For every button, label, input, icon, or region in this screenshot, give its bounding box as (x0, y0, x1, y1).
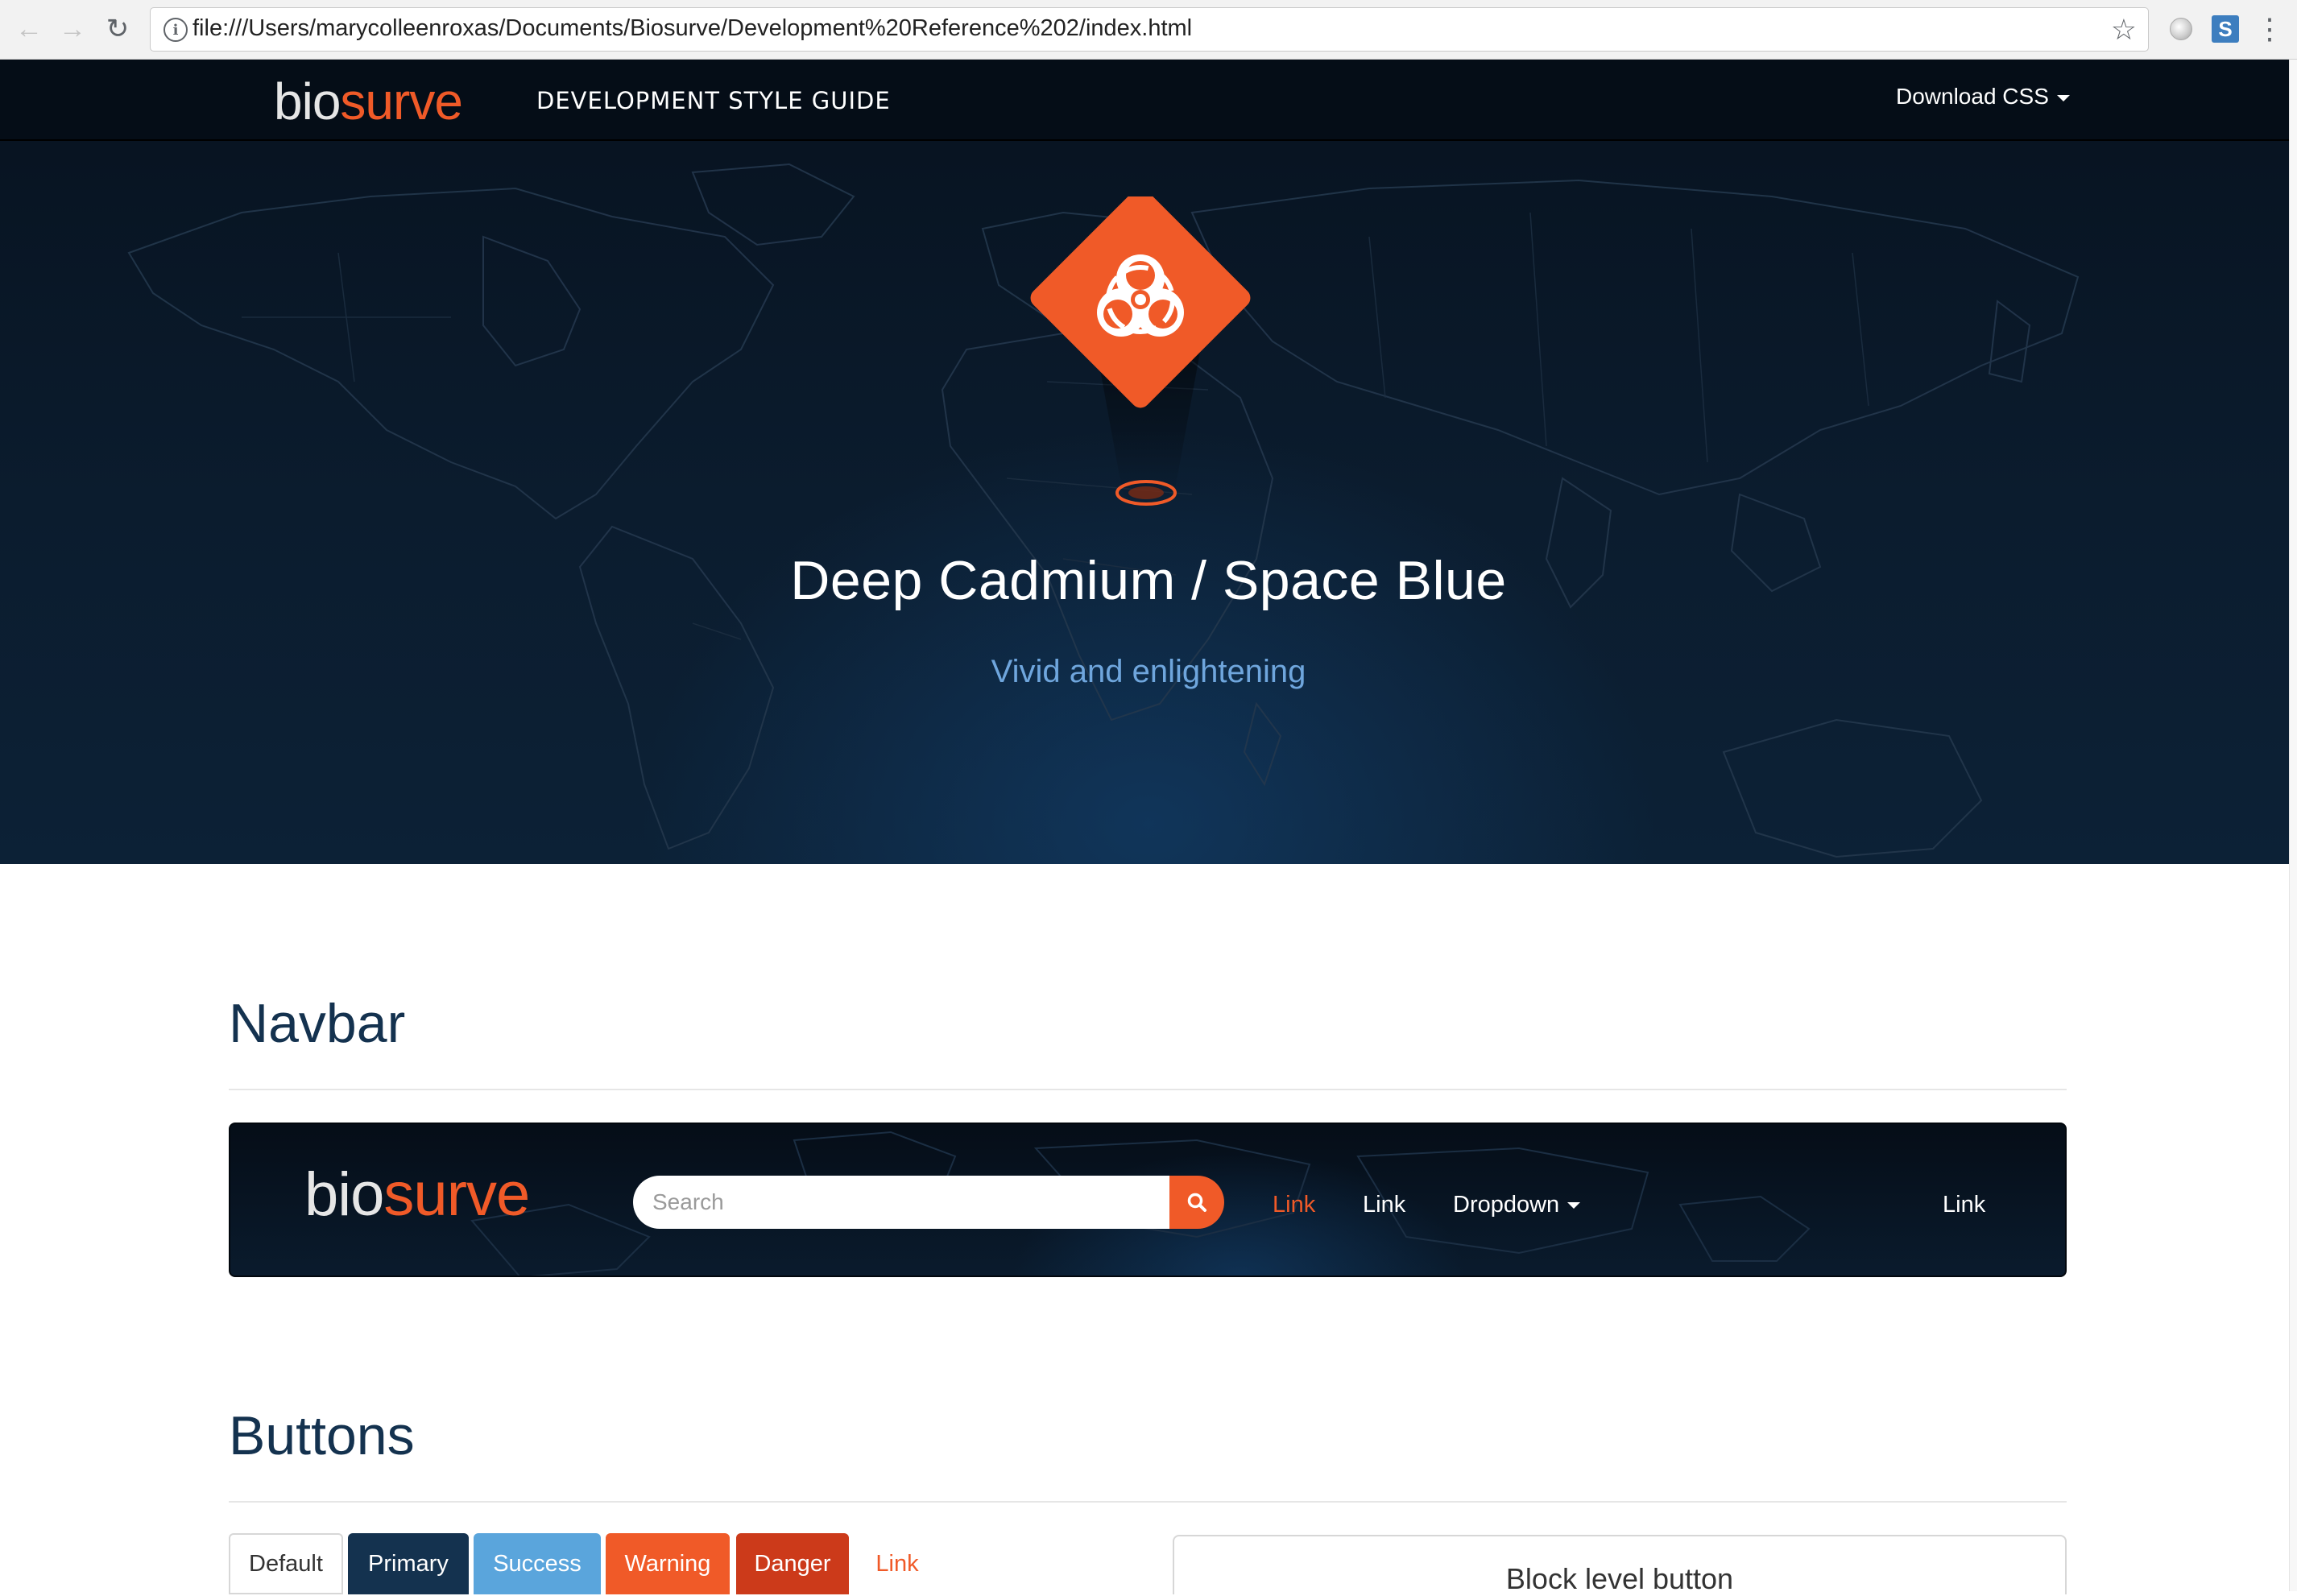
logo-surve-text: surve (340, 72, 462, 130)
hero-banner: biosurve DEVELOPMENT STYLE GUIDE Downloa… (0, 60, 2297, 864)
navbar-section-divider (229, 1089, 2067, 1090)
success-button[interactable]: Success (474, 1533, 601, 1594)
nav-dropdown-label: Dropdown (1453, 1192, 1560, 1218)
link-button[interactable]: Link (860, 1533, 934, 1594)
buttons-section-divider (229, 1501, 2067, 1503)
demo-navbar: biosurve Link Link Dropdown Link (229, 1123, 2067, 1277)
hero-title: Deep Cadmium / Space Blue (790, 550, 1507, 611)
nav-link-active[interactable]: Link (1273, 1192, 1315, 1218)
site-title: DEVELOPMENT STYLE GUIDE (536, 87, 891, 114)
default-button[interactable]: Default (229, 1533, 343, 1594)
demo-logo-surve-text: surve (383, 1160, 530, 1229)
extension-circle-icon[interactable] (2170, 18, 2192, 40)
search-icon (1187, 1193, 1206, 1212)
download-css-dropdown[interactable]: Download CSS (1896, 84, 2070, 110)
primary-button[interactable]: Primary (348, 1533, 469, 1594)
caret-down-icon (2056, 94, 2070, 101)
demo-biosurve-logo[interactable]: biosurve (304, 1164, 530, 1226)
warning-button[interactable]: Warning (606, 1533, 730, 1594)
search-input[interactable] (633, 1176, 1171, 1229)
search-button[interactable] (1169, 1176, 1224, 1229)
address-url[interactable]: file:///Users/marycolleenroxas/Documents… (192, 15, 1192, 42)
nav-link-right[interactable]: Link (1943, 1192, 1985, 1218)
navbar-section-title: Navbar (229, 993, 406, 1054)
browser-toolbar: ← → ↻ i file:///Users/marycolleenroxas/D… (0, 0, 2297, 60)
top-navbar: biosurve DEVELOPMENT STYLE GUIDE Downloa… (0, 60, 2297, 141)
extension-s-icon[interactable]: S (2212, 15, 2239, 43)
reload-icon[interactable]: ↻ (100, 11, 135, 47)
block-level-button[interactable]: Block level button (1173, 1535, 2067, 1595)
buttons-section-title: Buttons (229, 1405, 415, 1466)
hero-subtitle: Vivid and enlightening (991, 654, 1306, 689)
download-css-label: Download CSS (1896, 84, 2049, 109)
scrollbar[interactable] (2289, 60, 2297, 1591)
biohazard-pin-icon (1030, 196, 1251, 506)
logo-bio-text: bio (274, 72, 341, 130)
back-arrow-icon[interactable]: ← (11, 11, 47, 47)
browser-menu-icon[interactable]: ⋮ (2255, 13, 2284, 45)
demo-logo-bio-text: bio (304, 1160, 384, 1229)
nav-dropdown[interactable]: Dropdown (1453, 1192, 1581, 1218)
bookmark-star-icon[interactable]: ☆ (2111, 13, 2137, 47)
nav-link[interactable]: Link (1363, 1192, 1405, 1218)
address-bar[interactable]: i file:///Users/marycolleenroxas/Documen… (150, 7, 2149, 52)
biosurve-logo[interactable]: biosurve (274, 76, 463, 127)
danger-button[interactable]: Danger (736, 1533, 849, 1594)
caret-down-icon (1567, 1202, 1581, 1209)
info-icon[interactable]: i (163, 18, 188, 42)
forward-arrow-icon[interactable]: → (55, 11, 90, 47)
